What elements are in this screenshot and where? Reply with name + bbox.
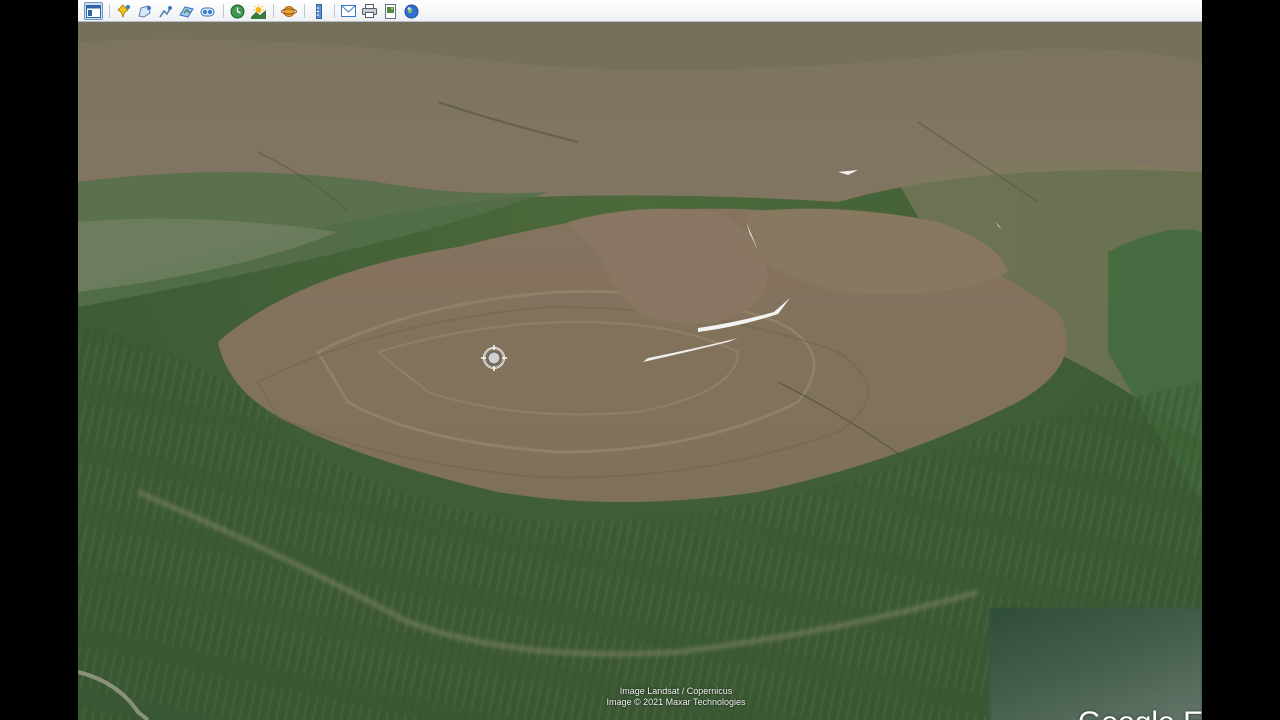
planet-icon	[280, 5, 297, 17]
path-icon	[159, 5, 172, 17]
image-icon	[385, 3, 396, 19]
email-button[interactable]	[339, 2, 358, 20]
map-view[interactable]: Image Landsat / Copernicus Image © 2021 …	[78, 22, 1202, 720]
sunlight-button[interactable]	[249, 2, 268, 20]
historical-imagery-button[interactable]	[228, 2, 247, 20]
save-image-button[interactable]	[381, 2, 400, 20]
ruler-button[interactable]	[310, 2, 329, 20]
add-placemark-button[interactable]	[114, 2, 133, 20]
sidebar-toggle-button[interactable]	[84, 2, 103, 20]
attribution-line2: Image © 2021 Maxar Technologies	[606, 697, 746, 707]
polygon-icon	[138, 4, 151, 18]
sun-icon	[251, 4, 266, 19]
google-earth-window: Image Landsat / Copernicus Image © 2021 …	[78, 0, 1202, 720]
envelope-icon	[341, 5, 356, 17]
record-tour-button[interactable]	[198, 2, 217, 20]
view-in-maps-button[interactable]	[402, 2, 421, 20]
attribution-line1: Image Landsat / Copernicus	[619, 686, 733, 696]
sidebar-icon	[86, 4, 101, 18]
globe-icon	[404, 4, 419, 18]
imagery-attribution: Image Landsat / Copernicus Image © 2021 …	[598, 686, 754, 708]
add-path-button[interactable]	[156, 2, 175, 20]
tour-icon	[200, 7, 215, 16]
toolbar-separator	[109, 4, 110, 18]
crosshair-reticle	[480, 344, 508, 372]
crosshair-icon	[481, 345, 507, 371]
toolbar-separator	[304, 4, 305, 18]
google-earth-logo: Google Earth	[1078, 704, 1202, 720]
add-polygon-button[interactable]	[135, 2, 154, 20]
pushpin-icon	[117, 3, 130, 18]
ruler-icon	[316, 3, 322, 19]
overlay-icon	[179, 5, 194, 18]
switch-planet-button[interactable]	[279, 2, 298, 20]
toolbar-separator	[223, 4, 224, 18]
toolbar	[78, 0, 1202, 22]
clock-icon	[230, 4, 245, 18]
toolbar-separator	[273, 4, 274, 18]
toolbar-separator	[334, 4, 335, 18]
printer-icon	[362, 4, 377, 18]
add-overlay-button[interactable]	[177, 2, 196, 20]
print-button[interactable]	[360, 2, 379, 20]
